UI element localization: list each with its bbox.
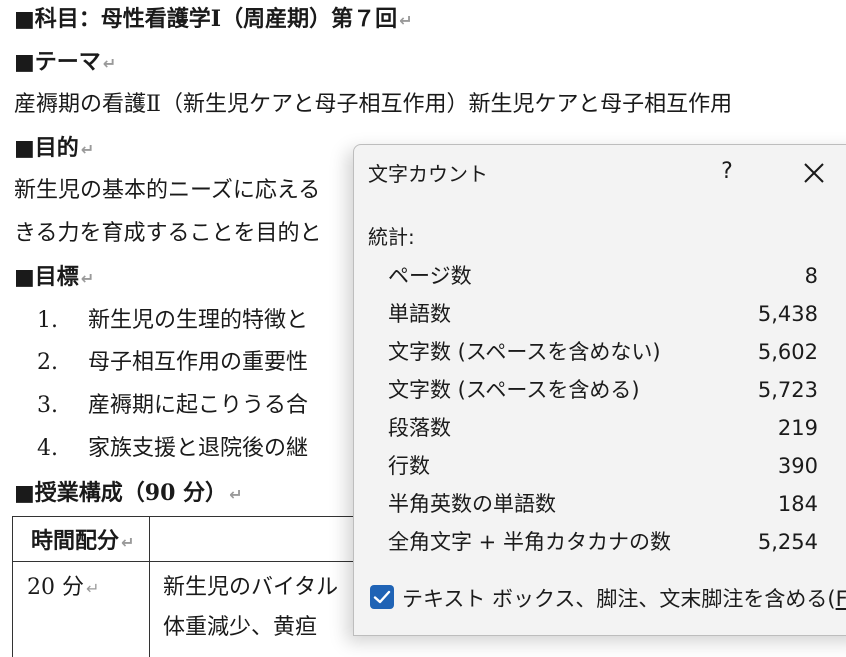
include-textboxes-label[interactable]: テキスト ボックス、脚注、文末脚注を含める(F) — [402, 583, 846, 613]
goals-heading: ■目標 ↵ — [14, 264, 95, 290]
stat-row: 行数 390 — [388, 449, 818, 483]
table-column-divider — [149, 517, 150, 657]
statistics-label: 統計: — [368, 225, 415, 249]
dialog-titlebar[interactable]: 文字カウント ? — [354, 145, 846, 201]
table-cell-content: 新生児のバイタル — [163, 575, 339, 600]
goal-item: 2. 母子相互作用の重要性 — [37, 350, 309, 375]
stat-row: 段落数 219 — [388, 411, 818, 445]
stat-label: 全角文字 + 半角カタカナの数 — [388, 530, 671, 554]
stat-row: 全角文字 + 半角カタカナの数 5,254 — [388, 525, 818, 559]
stat-label: ページ数 — [388, 264, 472, 288]
stat-value: 5,723 — [757, 378, 818, 402]
goal-item: 3. 産褥期に起こりうる合 — [37, 393, 309, 418]
goal-item: 1. 新生児の生理的特徴と — [37, 308, 309, 333]
stat-value: 8 — [804, 264, 818, 288]
stat-label: 段落数 — [388, 416, 451, 440]
structure-heading: ■授業構成（90 分） ↵ — [14, 480, 243, 506]
stat-row: 半角英数の単語数 184 — [388, 487, 818, 521]
stat-value: 390 — [777, 454, 818, 478]
table-cell-content-line2: 体重減少、黄疸 — [163, 615, 318, 640]
purpose-line-2: きる力を育成することを目的と — [14, 221, 322, 246]
stat-label: 行数 — [388, 454, 430, 478]
theme-heading: ■テーマ ↵ — [14, 49, 117, 75]
stat-row: 文字数 (スペースを含める) 5,723 — [388, 373, 818, 407]
goal-item: 4. 家族支援と退院後の継 — [37, 436, 309, 461]
purpose-line-1: 新生児の基本的ニーズに応える — [14, 178, 321, 203]
close-button[interactable] — [798, 157, 830, 189]
table-cell-time: 20 分 ↵ — [27, 575, 100, 600]
subject-heading: ■科目：母性看護学Ⅰ（周産期）第７回 ↵ — [14, 6, 413, 32]
word-count-dialog: 文字カウント ? 統計: ページ数 8 単語数 5,438 文字数 (スペースを含め… — [353, 144, 846, 636]
stat-label: 文字数 (スペースを含めない) — [388, 340, 661, 364]
theme-text: 産褥期の看護Ⅱ（新生児ケアと母子相互作用）新生児ケアと母子相互作用 — [14, 92, 733, 117]
include-textboxes-checkbox[interactable] — [370, 585, 394, 609]
close-icon — [804, 163, 824, 183]
stat-value: 5,254 — [757, 530, 818, 554]
stat-row: 文字数 (スペースを含めない) 5,602 — [388, 335, 818, 369]
stat-value: 5,602 — [757, 340, 818, 364]
dialog-title: 文字カウント — [368, 162, 488, 186]
stat-row: ページ数 8 — [388, 259, 818, 293]
checkmark-icon — [373, 590, 391, 604]
table-header-time: 時間配分 ↵ — [31, 528, 135, 554]
stat-value: 184 — [777, 492, 818, 516]
lesson-table: 時間配分 ↵ 20 分 ↵ 新生児のバイタル 体重減少、黄疸 — [12, 516, 373, 657]
stat-value: 219 — [777, 416, 818, 440]
help-button[interactable]: ? — [712, 155, 742, 189]
stat-row: 単語数 5,438 — [388, 297, 818, 331]
stat-value: 5,438 — [757, 302, 818, 326]
purpose-heading: ■目的 ↵ — [14, 135, 95, 161]
stat-label: 文字数 (スペースを含める) — [388, 378, 640, 402]
stat-label: 半角英数の単語数 — [388, 492, 556, 516]
stat-label: 単語数 — [388, 302, 451, 326]
